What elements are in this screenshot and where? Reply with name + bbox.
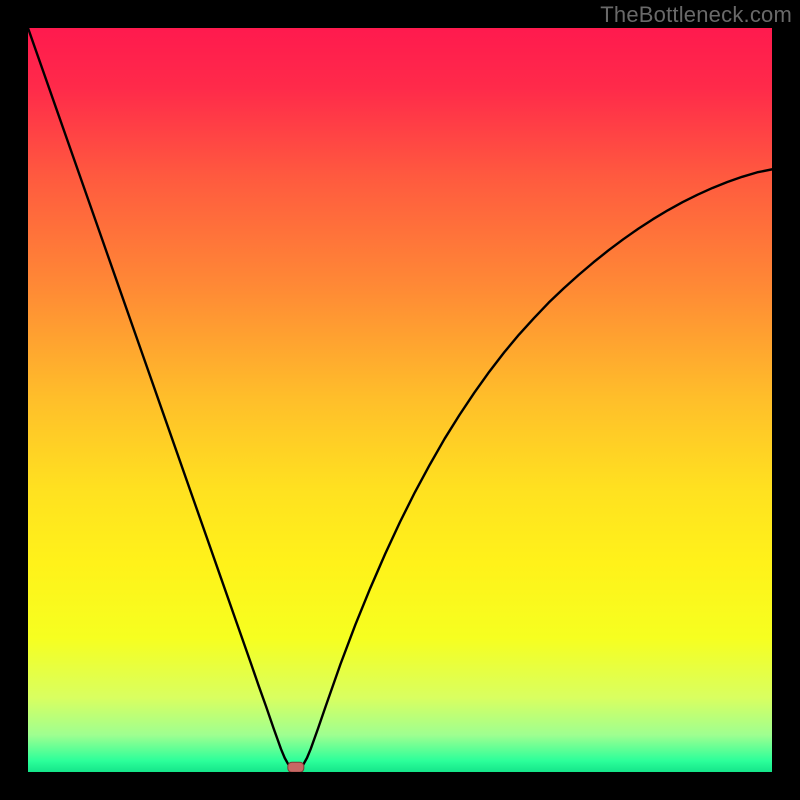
watermark-text: TheBottleneck.com [600,2,792,28]
gradient-background [28,28,772,772]
optimum-marker [288,762,304,772]
chart-frame: TheBottleneck.com [0,0,800,800]
chart-svg [28,28,772,772]
plot-area [28,28,772,772]
